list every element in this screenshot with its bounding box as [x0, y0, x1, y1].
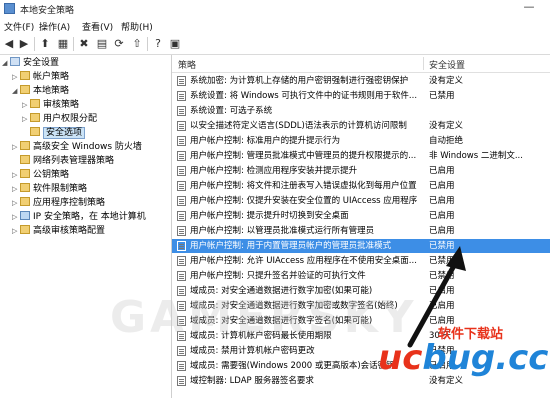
logo-brand-blue: bug.cc: [422, 338, 549, 378]
logo-brand: ucbug.cc: [378, 338, 548, 378]
logo-brand-red: uc: [378, 338, 423, 378]
arrow-head: [446, 246, 466, 271]
site-logo: 软件下载站 ucbug.cc: [370, 322, 550, 384]
